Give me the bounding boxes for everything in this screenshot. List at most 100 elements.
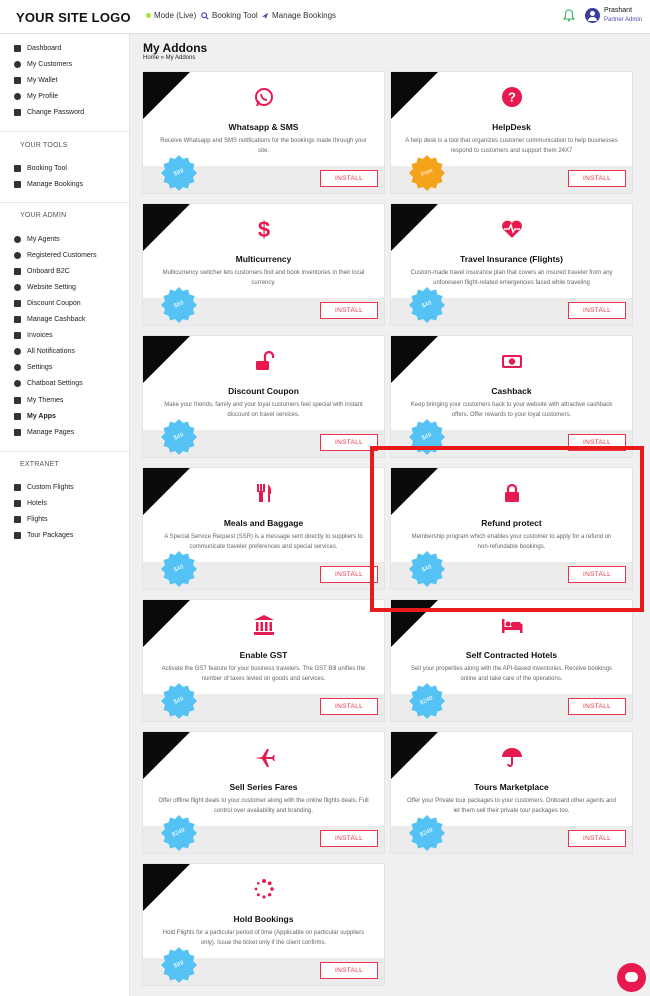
addon-description: A Special Service Request (SSR) is a mes… (164, 534, 363, 550)
search-icon (14, 165, 21, 172)
search-icon (201, 11, 209, 20)
svg-text:$: $ (257, 218, 269, 240)
header-booking-tool-link[interactable]: Booking Tool (201, 11, 258, 20)
install-button[interactable]: INSTALL (568, 830, 626, 847)
sidebar-item-my-customers[interactable]: My Customers (14, 61, 72, 68)
gears-icon (14, 284, 21, 291)
sidebar-item-label: Flights (27, 516, 48, 523)
price-label: Free (420, 167, 434, 179)
install-button[interactable]: INSTALL (320, 830, 378, 847)
sidebar-item-registered-customers[interactable]: Registered Customers (14, 252, 97, 259)
chat-icon[interactable] (617, 963, 646, 992)
sidebar-item-discount-coupon[interactable]: Discount Coupon (14, 300, 81, 307)
mode-label: Mode (Live) (154, 11, 197, 20)
sidebar-item-manage-cashback[interactable]: Manage Cashback (14, 316, 85, 323)
sidebar-item-onboard-b2c[interactable]: Onboard B2C (14, 268, 70, 275)
sidebar-item-label: Chatboat Settings (27, 380, 83, 387)
sidebar-item-label: Manage Pages (27, 429, 75, 436)
sidebar-item-label: Invoices (27, 332, 53, 339)
sidebar-item-website-setting[interactable]: Website Setting (14, 284, 76, 291)
addon-card: ? HelpDesk A help desk is a tool that orga… (390, 71, 633, 194)
addon-description: Multicurrency switcher lets customers fi… (162, 270, 365, 286)
sidebar-item-invoices[interactable]: Invoices (14, 332, 53, 339)
sidebar-item-tour-packages[interactable]: Tour Packages (14, 532, 73, 539)
mode-toggle[interactable]: Mode (Live) (146, 11, 196, 20)
corner-ribbon (143, 864, 190, 911)
sidebar-item-dashboard[interactable]: Dashboard (14, 45, 61, 52)
price-label: $249 (419, 827, 435, 839)
sidebar-item-flights[interactable]: Flights (14, 516, 48, 523)
sidebar-item-my-wallet[interactable]: My Wallet (14, 77, 57, 84)
addon-card: Whatsapp & SMS Receive Whatsapp and SMS n… (142, 71, 385, 194)
install-button[interactable]: INSTALL (568, 698, 626, 715)
addon-card: Hold Bookings Hold Flights for a particul… (142, 863, 385, 986)
tag-icon (14, 300, 21, 307)
dollar-icon: $ (257, 218, 269, 240)
user-role: Partner Admin (604, 17, 643, 23)
sidebar-item-hotels[interactable]: Hotels (14, 500, 47, 507)
sidebar-item-label: All Notifications (27, 348, 75, 355)
sidebar-item-manage-bookings[interactable]: Manage Bookings (14, 181, 83, 188)
page-title: My Addons (143, 41, 208, 55)
install-button[interactable]: INSTALL (320, 170, 378, 187)
bell-icon[interactable] (563, 9, 575, 22)
addon-card: Sell Series Fares Offer offline flight de… (142, 731, 385, 854)
corner-ribbon (143, 732, 190, 779)
install-button[interactable]: INSTALL (320, 698, 378, 715)
addon-title: HelpDesk (492, 122, 531, 132)
addon-title: Travel Insurance (Flights) (460, 254, 563, 264)
header-manage-bookings-link[interactable]: Manage Bookings (261, 11, 336, 20)
umbrella-icon (501, 748, 522, 767)
pages-icon (14, 429, 21, 436)
sidebar-item-label: Settings (27, 364, 53, 371)
gear-icon (14, 364, 21, 371)
sidebar-item-label: My Themes (27, 397, 64, 404)
sidebar-item-label: My Profile (27, 93, 59, 100)
addon-title: Enable GST (239, 650, 288, 660)
sidebar-item-all-notifications[interactable]: All Notifications (14, 348, 75, 355)
sidebar-item-my-profile[interactable]: My Profile (14, 93, 58, 100)
site-logo[interactable]: YOUR SITE LOGO (16, 10, 131, 25)
sidebar-item-my-themes[interactable]: My Themes (14, 397, 63, 404)
users-icon (14, 236, 21, 243)
section-title-extranet: EXTRANET (20, 461, 59, 468)
question-icon: ? (501, 87, 522, 107)
addon-card: $ Multicurrency Multicurrency switcher let… (142, 203, 385, 326)
sidebar-item-change-password[interactable]: Change Password (14, 109, 84, 116)
bed-icon (14, 484, 21, 491)
flight-icon (14, 516, 21, 523)
sidebar-item-label: Onboard B2C (27, 268, 70, 275)
sidebar-item-my-agents[interactable]: My Agents (14, 236, 60, 243)
sidebar-item-manage-pages[interactable]: Manage Pages (14, 429, 74, 436)
sidebar-item-my-apps[interactable]: My Apps (14, 413, 56, 420)
addon-description: Custom-made travel insurance plan that c… (410, 270, 613, 286)
wallet-icon (14, 77, 21, 84)
breadcrumb[interactable]: Home » My Addons (143, 55, 195, 61)
sidebar-item-label: Manage Bookings (27, 181, 84, 188)
profile-icon (14, 93, 21, 100)
corner-ribbon (143, 204, 190, 251)
sidebar-item-label: Tour Packages (27, 532, 74, 539)
users-icon (14, 252, 21, 259)
install-button[interactable]: INSTALL (320, 962, 378, 979)
price-label: $249 (419, 695, 435, 707)
sidebar-item-custom-flights[interactable]: Custom Flights (14, 484, 74, 491)
user-name[interactable]: Prashant (604, 7, 632, 14)
booking-tool-label: Booking Tool (212, 11, 258, 20)
sidebar-item-label: My Apps (27, 413, 56, 420)
addon-description: Hold Flights for a particular period of … (162, 930, 365, 946)
install-button[interactable]: INSTALL (568, 170, 626, 187)
sidebar-divider (0, 131, 130, 132)
addon-card: Meals and Baggage A Special Service Reque… (142, 467, 385, 590)
price-label: $49 (173, 432, 185, 442)
install-button[interactable]: INSTALL (568, 302, 626, 319)
sidebar-item-settings[interactable]: Settings (14, 364, 52, 371)
avatar[interactable] (585, 8, 600, 23)
install-button[interactable]: INSTALL (320, 302, 378, 319)
sidebar-item-chatboat-settings[interactable]: Chatboat Settings (14, 380, 83, 387)
bed-icon (501, 619, 522, 633)
sidebar-item-label: Manage Cashback (27, 316, 86, 323)
sidebar-item-booking-tool[interactable]: Booking Tool (14, 165, 67, 172)
corner-ribbon (143, 72, 190, 119)
plane-icon (261, 12, 269, 19)
